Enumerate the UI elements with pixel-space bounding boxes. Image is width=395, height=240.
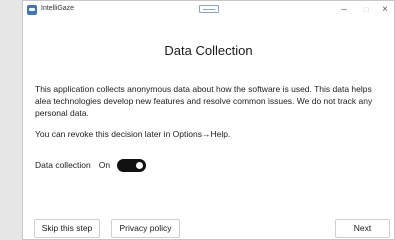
toggle-label: Data collection xyxy=(35,160,91,170)
page-title: Data Collection xyxy=(164,43,253,58)
maximize-button[interactable]: □ xyxy=(357,2,375,18)
window-title: IntelliGaze xyxy=(41,5,75,12)
next-button[interactable]: Next xyxy=(335,219,390,238)
app-icon xyxy=(27,5,37,15)
toggle-knob xyxy=(136,161,144,169)
privacy-policy-button[interactable]: Privacy policy xyxy=(111,219,180,238)
title-bar[interactable]: IntelliGaze – □ × xyxy=(23,1,394,21)
keyboard-icon[interactable] xyxy=(199,5,219,13)
toggle-state-label: On xyxy=(98,160,111,170)
revoke-note: You can revoke this decision later in Op… xyxy=(35,129,231,139)
app-window: IntelliGaze – □ × Data Collection This a… xyxy=(22,0,395,240)
minimize-button[interactable]: – xyxy=(335,2,353,18)
data-collection-toggle[interactable] xyxy=(117,158,147,172)
description-text: This application collects anonymous data… xyxy=(35,84,373,118)
close-button[interactable]: × xyxy=(376,2,394,18)
skip-step-button[interactable]: Skip this step xyxy=(34,219,100,238)
data-collection-setting: Data collection On xyxy=(35,158,147,172)
